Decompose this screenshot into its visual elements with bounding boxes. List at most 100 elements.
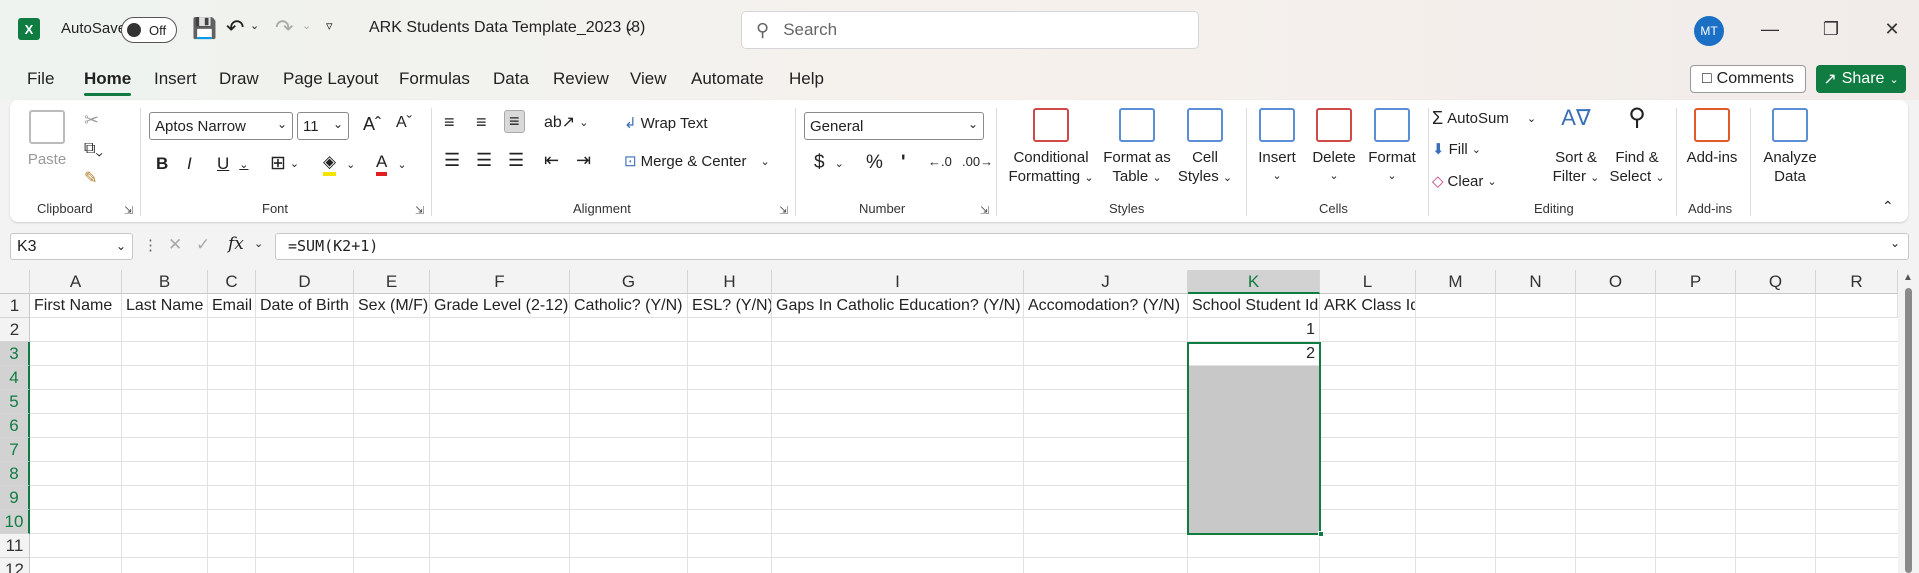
function-chevron-icon[interactable]: ⌄ <box>254 237 263 250</box>
row-header-selected[interactable]: 3 <box>0 342 30 366</box>
cell-header[interactable]: Sex (M/F) <box>354 294 430 318</box>
column-header[interactable]: F <box>430 270 570 294</box>
tab-file[interactable]: File <box>27 69 54 89</box>
column-header[interactable]: N <box>1496 270 1576 294</box>
font-size-select[interactable]: 11 ⌄ <box>297 112 349 140</box>
column-header[interactable]: O <box>1576 270 1656 294</box>
column-header-selected[interactable]: K <box>1188 270 1320 294</box>
column-header[interactable]: C <box>208 270 256 294</box>
format-as-table-button[interactable]: Format as Table ⌄ <box>1102 108 1172 188</box>
row-header-selected[interactable]: 5 <box>0 390 30 414</box>
search-box[interactable]: ⚲ Search <box>741 11 1199 49</box>
currency-icon[interactable]: $ ⌄ <box>814 152 844 174</box>
align-left-icon[interactable]: ☰ <box>444 150 460 171</box>
scroll-up-icon[interactable]: ▲ <box>1903 272 1913 283</box>
restore-icon[interactable]: ❐ <box>1811 14 1851 44</box>
select-all-corner[interactable] <box>0 270 30 294</box>
enter-icon[interactable]: ✓ <box>196 235 210 255</box>
font-name-select[interactable]: Aptos Narrow ⌄ <box>149 112 293 140</box>
autosave-toggle[interactable]: Off <box>121 17 177 43</box>
name-box[interactable]: K3 ⌄ <box>10 233 133 260</box>
column-header[interactable]: A <box>30 270 122 294</box>
comments-button[interactable]: □ Comments <box>1690 65 1806 93</box>
fill-handle[interactable] <box>1318 531 1324 537</box>
row-header[interactable]: 2 <box>0 318 30 342</box>
autosum-button[interactable]: Σ AutoSum ⌄ <box>1432 108 1536 129</box>
avatar[interactable]: MT <box>1694 16 1724 46</box>
merge-center-button[interactable]: ⊡ Merge & Center ⌄ <box>624 152 770 171</box>
fill-button[interactable]: ⬇ Fill ⌄ <box>1432 140 1481 159</box>
minimize-icon[interactable]: — <box>1750 14 1790 44</box>
cell-header[interactable]: School Student Id <box>1188 294 1320 318</box>
cell[interactable] <box>1816 294 1898 318</box>
cell-header[interactable]: Date of Birth <box>256 294 354 318</box>
increase-decimal-icon[interactable]: ←.0 <box>928 154 952 169</box>
paste-button[interactable]: Paste <box>26 110 68 169</box>
number-format-select[interactable]: General ⌄ <box>804 112 984 140</box>
copy-icon[interactable]: ⧉⌄ <box>84 140 103 158</box>
cell[interactable] <box>1576 294 1656 318</box>
collapse-ribbon-icon[interactable]: ⌃ <box>1882 198 1894 215</box>
undo-icon[interactable]: ↶ <box>226 15 244 41</box>
column-header[interactable]: J <box>1024 270 1188 294</box>
tab-home[interactable]: Home <box>84 69 132 96</box>
align-middle-icon[interactable]: ≡ <box>476 112 487 133</box>
cell[interactable] <box>1656 294 1736 318</box>
cell[interactable] <box>1416 294 1496 318</box>
format-painter-icon[interactable]: ✎ <box>84 168 97 188</box>
spreadsheet-grid[interactable]: A B C D E F G H I J K L M N O P Q R 1 2 … <box>0 270 1919 573</box>
cell-header[interactable]: Catholic? (Y/N) <box>570 294 688 318</box>
conditional-formatting-button[interactable]: Conditional Formatting ⌄ <box>1008 108 1094 188</box>
font-color-icon[interactable]: A ⌄ <box>376 152 407 176</box>
cell[interactable] <box>1736 294 1816 318</box>
italic-icon[interactable]: I <box>187 154 192 174</box>
decrease-font-size-icon[interactable]: Aˇ <box>396 114 412 132</box>
cut-icon[interactable]: ✂ <box>84 110 99 131</box>
cell[interactable] <box>1496 294 1576 318</box>
tab-view[interactable]: View <box>630 69 667 89</box>
share-button[interactable]: ↗ Share ⌄ <box>1816 65 1906 93</box>
scrollbar-thumb[interactable] <box>1905 288 1912 573</box>
cell-header[interactable]: ARK Class Id <box>1320 294 1416 318</box>
close-icon[interactable]: ✕ <box>1872 14 1912 44</box>
cell-k2[interactable]: 1 <box>1188 318 1320 342</box>
column-header[interactable]: E <box>354 270 430 294</box>
delete-cells-button[interactable]: Delete ⌄ <box>1308 108 1360 186</box>
comma-style-icon[interactable]: ʹ <box>901 152 906 174</box>
alignment-launcher-icon[interactable]: ⇲ <box>779 204 788 217</box>
customize-toolbar-icon[interactable]: ▿ <box>326 18 333 34</box>
align-center-icon[interactable]: ☰ <box>476 150 492 171</box>
insert-cells-button[interactable]: Insert ⌄ <box>1252 108 1302 186</box>
more-options-icon[interactable]: ⋮ <box>143 236 158 254</box>
column-header[interactable]: Q <box>1736 270 1816 294</box>
column-header[interactable]: M <box>1416 270 1496 294</box>
selected-range-shade[interactable] <box>1188 366 1320 534</box>
undo-dropdown-icon[interactable]: ⌄ <box>250 19 259 32</box>
cell-header[interactable]: Email <box>208 294 256 318</box>
bold-icon[interactable]: B <box>156 154 168 174</box>
underline-icon[interactable]: U ⌄ <box>217 154 249 174</box>
cell-header[interactable]: Accomodation? (Y/N) <box>1024 294 1188 318</box>
redo-dropdown-icon[interactable]: ⌄ <box>302 19 311 32</box>
expand-formula-bar-icon[interactable]: ⌄ <box>1890 236 1900 250</box>
cell-header[interactable]: Last Name <box>122 294 208 318</box>
align-right-icon[interactable]: ☰ <box>508 150 524 171</box>
tab-formulas[interactable]: Formulas <box>399 69 470 89</box>
cell-header[interactable]: First Name <box>30 294 122 318</box>
decrease-decimal-icon[interactable]: .00→ <box>962 154 993 169</box>
add-ins-button[interactable]: Add-ins <box>1682 108 1742 167</box>
cell-header[interactable]: Grade Level (2-12) <box>430 294 570 318</box>
vertical-scrollbar[interactable]: ▲ <box>1898 270 1919 573</box>
cancel-icon[interactable]: ✕ <box>168 235 182 255</box>
align-top-icon[interactable]: ≡ <box>444 112 455 133</box>
row-header-selected[interactable]: 6 <box>0 414 30 438</box>
column-header[interactable]: L <box>1320 270 1416 294</box>
tab-page-layout[interactable]: Page Layout <box>283 69 378 89</box>
row-header-selected[interactable]: 7 <box>0 438 30 462</box>
orientation-icon[interactable]: ab↗ ⌄ <box>544 112 588 132</box>
borders-icon[interactable]: ⊞ ⌄ <box>270 152 299 175</box>
column-header[interactable]: G <box>570 270 688 294</box>
font-launcher-icon[interactable]: ⇲ <box>415 204 424 217</box>
tab-help[interactable]: Help <box>789 69 824 89</box>
format-cells-button[interactable]: Format ⌄ <box>1364 108 1420 186</box>
